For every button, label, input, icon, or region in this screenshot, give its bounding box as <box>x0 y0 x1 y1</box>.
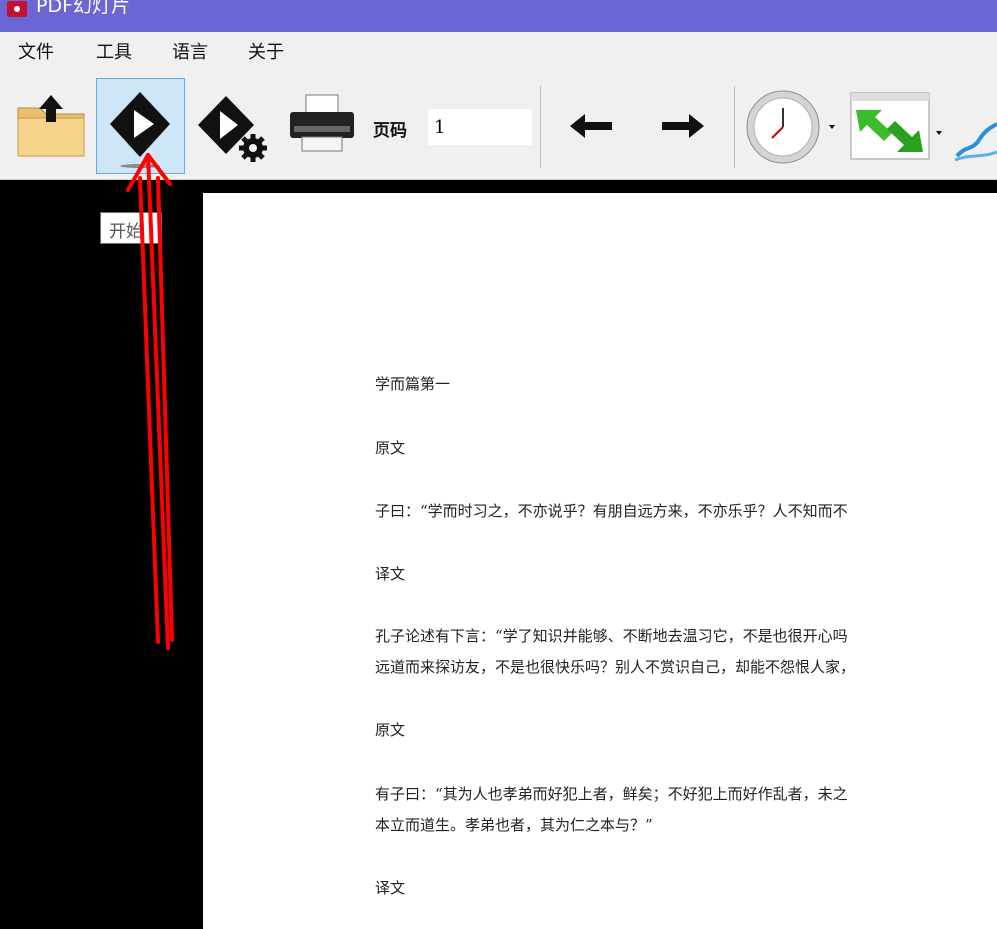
arrow-left-icon <box>570 114 612 138</box>
document-line: 有子曰：“其为人也孝弟而好犯上者，鲜矣；不好犯上而好作乱者，未之 <box>375 785 848 803</box>
menu-tools[interactable]: 工具 <box>96 42 132 64</box>
arrow-right-icon <box>662 114 704 138</box>
clock-icon <box>746 90 835 164</box>
printer-icon <box>290 94 354 152</box>
timer-dropdown-button[interactable] <box>745 86 840 168</box>
document-line: 学而篇第一 <box>375 375 451 393</box>
app-icon <box>7 1 27 17</box>
page-number-input[interactable] <box>428 109 532 145</box>
signature-button[interactable] <box>953 102 997 162</box>
document-line: 译文 <box>375 565 406 583</box>
menu-bar: 文件 工具 语言 关于 <box>0 32 997 72</box>
document-line: 远道而来探访友，不是也很快乐吗？别人不赏识自己，却能不怨恨人家， <box>375 658 856 676</box>
start-button[interactable] <box>96 78 185 174</box>
play-settings-icon <box>198 96 267 162</box>
window-title: PDF幻灯片 <box>36 0 131 17</box>
document-line: 本立而道生。孝弟也者，其为仁之本与？” <box>375 816 653 834</box>
folder-open-icon <box>17 95 85 157</box>
document-line: 原文 <box>375 439 406 457</box>
signature-icon <box>954 122 997 162</box>
title-bar: PDF幻灯片 <box>0 0 997 32</box>
transition-dropdown-button[interactable] <box>848 90 948 162</box>
menu-file[interactable]: 文件 <box>18 42 54 64</box>
page-number-label: 页码 <box>373 121 407 141</box>
toolbar: 页码 <box>0 72 997 180</box>
menu-language[interactable]: 语言 <box>172 42 208 64</box>
next-page-button[interactable] <box>660 112 706 140</box>
slideshow-settings-button[interactable] <box>196 92 270 162</box>
document-line: 译文 <box>375 879 406 897</box>
start-tooltip: 开始 <box>100 212 162 244</box>
open-button[interactable] <box>15 94 87 160</box>
menu-about[interactable]: 关于 <box>248 42 284 64</box>
toolbar-separator <box>734 86 735 168</box>
pdf-page: 学而篇第一 原文 子曰：“学而时习之，不亦说乎？有朋自远方来，不亦乐乎？人不知而… <box>203 193 997 929</box>
document-line: 孔子论述有下言：“学了知识并能够、不断地去温习它，不是也很开心吗 <box>375 627 848 645</box>
document-line: 原文 <box>375 721 406 739</box>
transition-icon <box>850 92 942 160</box>
previous-page-button[interactable] <box>568 112 614 140</box>
print-button[interactable] <box>287 94 357 154</box>
document-line: 子曰：“学而时习之，不亦说乎？有朋自远方来，不亦乐乎？人不知而不 <box>375 502 848 520</box>
toolbar-separator <box>540 86 541 168</box>
play-icon <box>110 92 170 168</box>
